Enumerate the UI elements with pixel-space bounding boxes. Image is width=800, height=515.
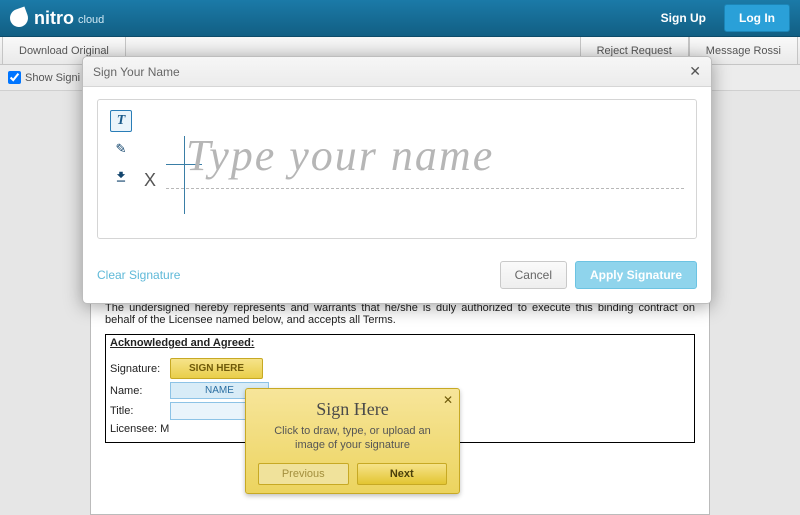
modal-footer: Clear Signature Cancel Apply Signature — [83, 251, 711, 303]
draw-signature-tool[interactable]: ✎ — [110, 138, 132, 160]
clear-signature-link[interactable]: Clear Signature — [97, 268, 180, 282]
apply-signature-button[interactable]: Apply Signature — [575, 261, 697, 289]
show-signing-label: Show Signi — [25, 72, 80, 84]
brand-logo: nitro cloud — [10, 8, 104, 29]
signature-x-mark: X — [144, 170, 156, 191]
signature-baseline — [166, 188, 684, 189]
upload-icon — [114, 170, 128, 184]
sign-name-modal: Sign Your Name ✕ T ✎ X Type your name — [82, 56, 712, 304]
signature-canvas[interactable]: X Type your name — [144, 110, 684, 220]
title-label: Title: — [110, 405, 166, 417]
signup-link[interactable]: Sign Up — [651, 5, 716, 31]
show-signing-checkbox[interactable] — [8, 71, 21, 84]
ack-title: Acknowledged and Agreed: — [106, 335, 694, 351]
tooltip-previous-button[interactable]: Previous — [258, 463, 349, 485]
licensee-label: Licensee: M — [110, 423, 169, 435]
pencil-icon: ✎ — [116, 141, 127, 157]
signature-placeholder: Type your name — [186, 130, 494, 181]
signature-label: Signature: — [110, 363, 166, 375]
brand-sub: cloud — [78, 14, 104, 26]
top-right-group: Sign Up Log In — [651, 4, 790, 32]
top-bar: nitro cloud Sign Up Log In — [0, 0, 800, 37]
tooltip-body: Click to draw, type, or upload an image … — [258, 424, 447, 453]
type-icon: T — [117, 113, 126, 129]
brand-name: nitro — [34, 8, 74, 29]
modal-title: Sign Your Name — [93, 65, 180, 79]
tooltip-close-icon[interactable]: ✕ — [443, 393, 453, 407]
tooltip-title: Sign Here — [258, 399, 447, 420]
tooltip-next-button[interactable]: Next — [357, 463, 448, 485]
text-caret-icon — [184, 136, 185, 214]
document-paragraph: The undersigned hereby represents and wa… — [105, 302, 695, 326]
modal-close-icon[interactable]: ✕ — [689, 63, 701, 80]
sign-here-field[interactable]: SIGN HERE — [170, 358, 263, 379]
modal-header: Sign Your Name ✕ — [83, 57, 711, 87]
signature-tools: T ✎ — [110, 110, 134, 220]
upload-signature-tool[interactable] — [110, 166, 132, 188]
cancel-button[interactable]: Cancel — [500, 261, 567, 289]
signature-panel: T ✎ X Type your name — [97, 99, 697, 239]
leaf-icon — [7, 6, 30, 29]
type-signature-tool[interactable]: T — [110, 110, 132, 132]
name-label: Name: — [110, 385, 166, 397]
login-button[interactable]: Log In — [724, 4, 790, 32]
sign-here-tooltip: ✕ Sign Here Click to draw, type, or uplo… — [245, 388, 460, 494]
